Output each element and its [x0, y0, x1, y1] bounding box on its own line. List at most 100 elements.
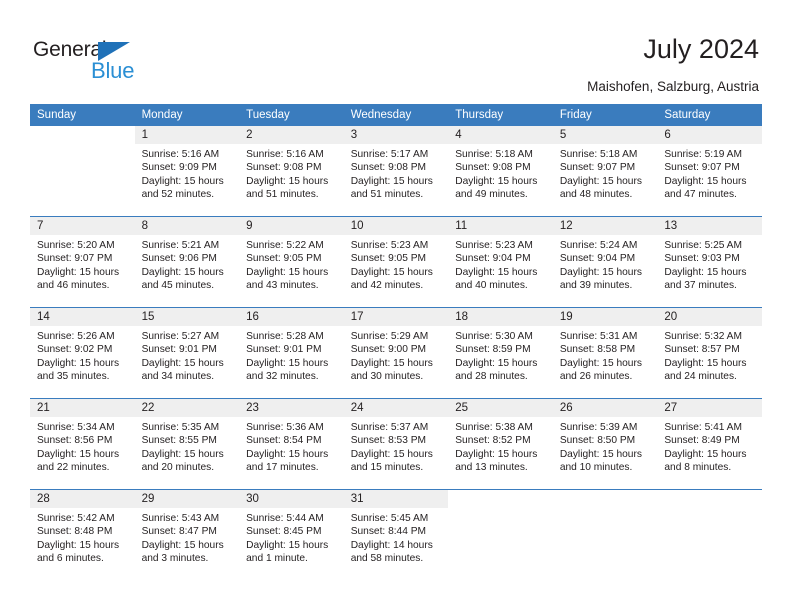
daylight-text-line1: Daylight: 15 hours	[37, 266, 120, 278]
day-details: Sunrise: 5:42 AM Sunset: 8:48 PM Daylight:…	[30, 508, 135, 566]
calendar-day-cell[interactable]: 31 Sunrise: 5:45 AM Sunset: 8:44 PM Dayligh…	[343, 489, 449, 580]
calendar-day-cell[interactable]: 21 Sunrise: 5:34 AM Sunset: 8:56 PM Dayligh…	[30, 398, 135, 490]
calendar-day-cell[interactable]: 1 Sunrise: 5:16 AM Sunset: 9:09 PM Daylight…	[134, 126, 240, 217]
day-number: 6	[657, 126, 762, 144]
weekday-header-sunday: Sunday	[30, 104, 135, 126]
calendar-day-cell[interactable]: 3 Sunrise: 5:17 AM Sunset: 9:08 PM Daylight…	[343, 126, 449, 217]
sunset-text: Sunset: 9:08 PM	[350, 162, 427, 174]
day-number: 19	[552, 308, 658, 326]
day-details: Sunrise: 5:26 AM Sunset: 9:02 PM Daylight:…	[30, 326, 135, 384]
calendar-day-cell[interactable]: 14 Sunrise: 5:26 AM Sunset: 9:02 PM Dayligh…	[30, 307, 135, 399]
calendar-day-cell[interactable]: 2 Sunrise: 5:16 AM Sunset: 9:08 PM Daylight…	[239, 126, 344, 217]
calendar-day-cell[interactable]: 7 Sunrise: 5:20 AM Sunset: 9:07 PM Daylight…	[30, 216, 135, 308]
day-details: Sunrise: 5:32 AM Sunset: 8:57 PM Daylight:…	[657, 326, 762, 384]
calendar-day-cell[interactable]: 24 Sunrise: 5:37 AM Sunset: 8:53 PM Dayligh…	[343, 398, 449, 490]
day-cell-inner: 15 Sunrise: 5:27 AM Sunset: 9:01 PM Dayligh…	[134, 308, 240, 398]
calendar-day-cell[interactable]: 15 Sunrise: 5:27 AM Sunset: 9:01 PM Dayligh…	[134, 307, 240, 399]
day-cell-inner: 23 Sunrise: 5:36 AM Sunset: 8:54 PM Dayligh…	[239, 399, 344, 489]
sunset-text: Sunset: 9:07 PM	[664, 162, 740, 174]
calendar-day-cell[interactable]: 12 Sunrise: 5:24 AM Sunset: 9:04 PM Dayligh…	[552, 216, 658, 308]
day-details: Sunrise: 5:27 AM Sunset: 9:01 PM Daylight:…	[135, 326, 240, 384]
calendar-day-cell-empty	[657, 489, 762, 580]
calendar-day-cell[interactable]: 17 Sunrise: 5:29 AM Sunset: 9:00 PM Dayligh…	[343, 307, 449, 399]
daylight-text-line1: Daylight: 15 hours	[246, 357, 329, 369]
day-cell-inner: 6 Sunrise: 5:19 AM Sunset: 9:07 PM Daylight…	[657, 126, 762, 216]
calendar-day-cell[interactable]: 27 Sunrise: 5:41 AM Sunset: 8:49 PM Dayligh…	[657, 398, 762, 490]
calendar-day-cell[interactable]: 25 Sunrise: 5:38 AM Sunset: 8:52 PM Dayligh…	[448, 398, 553, 490]
day-cell-inner	[448, 490, 553, 580]
day-details: Sunrise: 5:44 AM Sunset: 8:45 PM Daylight:…	[239, 508, 344, 566]
daylight-text-line2: and 10 minutes.	[559, 462, 633, 474]
day-cell-inner: 25 Sunrise: 5:38 AM Sunset: 8:52 PM Dayligh…	[448, 399, 553, 489]
day-number: 3	[343, 126, 449, 144]
calendar-day-cell[interactable]: 18 Sunrise: 5:30 AM Sunset: 8:59 PM Dayligh…	[448, 307, 553, 399]
calendar-day-cell[interactable]: 5 Sunrise: 5:18 AM Sunset: 9:07 PM Daylight…	[552, 126, 658, 217]
day-number: 11	[448, 217, 553, 235]
daylight-text-line2: and 39 minutes.	[559, 280, 633, 292]
daylight-text-line1: Daylight: 15 hours	[141, 448, 224, 460]
sunset-text: Sunset: 8:45 PM	[246, 526, 322, 538]
calendar-day-cell[interactable]: 11 Sunrise: 5:23 AM Sunset: 9:04 PM Dayligh…	[448, 216, 553, 308]
sunset-text: Sunset: 9:08 PM	[246, 162, 322, 174]
day-details: Sunrise: 5:20 AM Sunset: 9:07 PM Daylight:…	[30, 235, 135, 293]
calendar-week-row: 7 Sunrise: 5:20 AM Sunset: 9:07 PM Daylight…	[30, 216, 762, 308]
day-cell-inner: 27 Sunrise: 5:41 AM Sunset: 8:49 PM Dayligh…	[657, 399, 762, 489]
sunrise-text: Sunrise: 5:34 AM	[37, 422, 115, 433]
sunrise-text: Sunrise: 5:23 AM	[350, 240, 429, 251]
calendar-day-cell[interactable]: 22 Sunrise: 5:35 AM Sunset: 8:55 PM Dayligh…	[134, 398, 240, 490]
day-details: Sunrise: 5:18 AM Sunset: 9:08 PM Daylight:…	[448, 144, 553, 202]
daylight-text-line2: and 45 minutes.	[141, 280, 215, 292]
day-number	[448, 490, 553, 508]
sunset-text: Sunset: 8:47 PM	[141, 526, 217, 538]
day-details: Sunrise: 5:21 AM Sunset: 9:06 PM Daylight:…	[135, 235, 240, 293]
sunrise-text: Sunrise: 5:41 AM	[664, 422, 742, 433]
day-cell-inner: 13 Sunrise: 5:25 AM Sunset: 9:03 PM Dayligh…	[657, 217, 762, 307]
calendar-day-cell[interactable]: 10 Sunrise: 5:23 AM Sunset: 9:05 PM Dayligh…	[343, 216, 449, 308]
calendar-day-cell[interactable]: 26 Sunrise: 5:39 AM Sunset: 8:50 PM Dayligh…	[552, 398, 658, 490]
sunrise-text: Sunrise: 5:24 AM	[559, 240, 638, 251]
day-details: Sunrise: 5:23 AM Sunset: 9:04 PM Daylight:…	[448, 235, 553, 293]
calendar-day-cell[interactable]: 9 Sunrise: 5:22 AM Sunset: 9:05 PM Daylight…	[239, 216, 344, 308]
day-number: 25	[448, 399, 553, 417]
calendar-day-cell[interactable]: 16 Sunrise: 5:28 AM Sunset: 9:01 PM Dayligh…	[239, 307, 344, 399]
calendar-day-cell[interactable]: 13 Sunrise: 5:25 AM Sunset: 9:03 PM Dayligh…	[657, 216, 762, 308]
day-details	[30, 144, 135, 148]
calendar-day-cell[interactable]: 23 Sunrise: 5:36 AM Sunset: 8:54 PM Dayligh…	[239, 398, 344, 490]
day-number: 7	[30, 217, 135, 235]
calendar-day-cell[interactable]: 29 Sunrise: 5:43 AM Sunset: 8:47 PM Dayligh…	[134, 489, 240, 580]
sunrise-text: Sunrise: 5:44 AM	[246, 513, 324, 524]
day-details: Sunrise: 5:22 AM Sunset: 9:05 PM Daylight:…	[239, 235, 344, 293]
daylight-text-line2: and 40 minutes.	[455, 280, 528, 292]
weekday-header-thursday: Thursday	[448, 104, 553, 126]
calendar-day-cell[interactable]: 28 Sunrise: 5:42 AM Sunset: 8:48 PM Dayligh…	[30, 489, 135, 580]
day-details: Sunrise: 5:16 AM Sunset: 9:09 PM Daylight:…	[135, 144, 240, 202]
weekday-header-tuesday: Tuesday	[239, 104, 344, 126]
sunrise-text: Sunrise: 5:45 AM	[350, 513, 429, 524]
day-cell-inner: 2 Sunrise: 5:16 AM Sunset: 9:08 PM Daylight…	[239, 126, 344, 216]
daylight-text-line2: and 37 minutes.	[664, 280, 737, 292]
calendar-day-cell[interactable]: 30 Sunrise: 5:44 AM Sunset: 8:45 PM Dayligh…	[239, 489, 344, 580]
daylight-text-line1: Daylight: 15 hours	[559, 266, 642, 278]
daylight-text-line2: and 26 minutes.	[559, 371, 633, 383]
day-number: 17	[343, 308, 449, 326]
calendar-day-cell[interactable]: 4 Sunrise: 5:18 AM Sunset: 9:08 PM Daylight…	[448, 126, 553, 217]
general-blue-logo[interactable]: General Blue	[33, 38, 163, 86]
daylight-text-line2: and 52 minutes.	[141, 189, 215, 201]
calendar-day-cell[interactable]: 8 Sunrise: 5:21 AM Sunset: 9:06 PM Daylight…	[134, 216, 240, 308]
sunrise-text: Sunrise: 5:22 AM	[246, 240, 324, 251]
daylight-text-line1: Daylight: 15 hours	[37, 357, 120, 369]
day-number: 12	[552, 217, 658, 235]
calendar-day-cell[interactable]: 20 Sunrise: 5:32 AM Sunset: 8:57 PM Dayligh…	[657, 307, 762, 399]
sunrise-text: Sunrise: 5:32 AM	[664, 331, 742, 342]
calendar-day-cell[interactable]: 19 Sunrise: 5:31 AM Sunset: 8:58 PM Dayligh…	[552, 307, 658, 399]
sunrise-text: Sunrise: 5:16 AM	[246, 149, 324, 160]
calendar-day-cell[interactable]: 6 Sunrise: 5:19 AM Sunset: 9:07 PM Daylight…	[657, 126, 762, 217]
day-cell-inner: 10 Sunrise: 5:23 AM Sunset: 9:05 PM Dayligh…	[343, 217, 449, 307]
day-number: 26	[552, 399, 658, 417]
calendar-page: General Blue July 2024 Maishofen, Salzbu…	[0, 0, 792, 612]
sunset-text: Sunset: 8:48 PM	[37, 526, 113, 538]
daylight-text-line1: Daylight: 14 hours	[350, 539, 433, 551]
sunset-text: Sunset: 9:05 PM	[350, 253, 427, 265]
daylight-text-line1: Daylight: 15 hours	[455, 266, 538, 278]
day-number: 8	[134, 217, 240, 235]
